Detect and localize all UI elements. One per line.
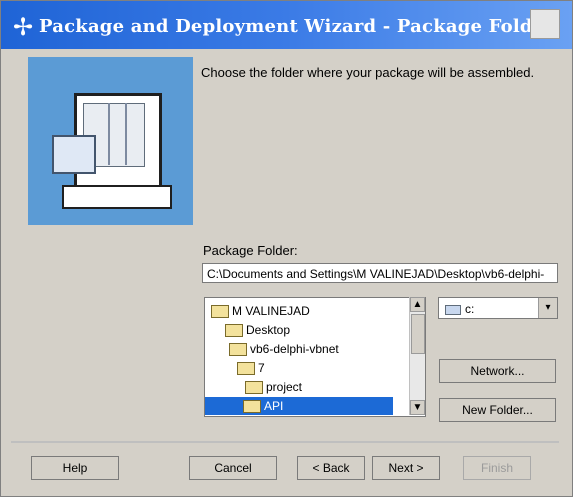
package-folder-input[interactable]: C:\Documents and Settings\M VALINEJAD\De… xyxy=(202,263,558,283)
footer-divider xyxy=(11,441,559,443)
tree-item[interactable]: project xyxy=(245,378,391,396)
tree-item-label: M VALINEJAD xyxy=(232,304,310,318)
close-button[interactable] xyxy=(530,9,560,39)
drive-value: c: xyxy=(465,302,475,316)
tree-item[interactable]: M VALINEJAD xyxy=(211,302,391,320)
tree-item-label: 7 xyxy=(258,361,265,375)
scroll-thumb[interactable] xyxy=(411,314,425,354)
drive-icon xyxy=(445,304,461,315)
drive-select[interactable]: c: ▾ xyxy=(438,297,558,319)
help-button[interactable]: Help xyxy=(31,456,119,480)
title-bar: ✢ Package and Deployment Wizard - Packag… xyxy=(1,1,572,49)
back-button[interactable]: < Back xyxy=(297,456,365,480)
folder-tree[interactable]: M VALINEJAD Desktop vb6-delphi-vbnet 7 p… xyxy=(204,297,426,417)
tree-item[interactable]: 7 xyxy=(237,359,391,377)
screen-divider xyxy=(125,103,127,165)
folder-icon xyxy=(245,381,263,395)
tree-item-label: project xyxy=(266,380,303,394)
tree-item[interactable]: vb6-delphi-vbnet xyxy=(229,340,391,358)
tree-item[interactable]: Desktop xyxy=(225,321,391,339)
screen-divider xyxy=(108,103,110,165)
package-folder-label: Package Folder: xyxy=(203,243,298,258)
content-area: Choose the folder where your package wil… xyxy=(11,53,559,433)
tree-item-label: Desktop xyxy=(246,323,291,337)
folder-icon xyxy=(225,324,243,338)
app-icon: ✢ xyxy=(13,13,34,41)
wizard-window: ✢ Package and Deployment Wizard - Packag… xyxy=(0,0,573,497)
dropdown-arrow-icon[interactable]: ▾ xyxy=(538,298,557,318)
instruction-text: Choose the folder where your package wil… xyxy=(201,65,535,80)
folder-icon xyxy=(229,343,247,357)
keyboard-illustration-icon xyxy=(62,185,172,209)
tree-item-selected[interactable]: API xyxy=(205,397,393,415)
open-folder-icon xyxy=(243,400,261,414)
wizard-illustration xyxy=(28,57,193,225)
finish-button[interactable]: Finish xyxy=(463,456,531,480)
scroll-down-icon[interactable]: ▼ xyxy=(410,400,425,415)
tree-item-label: API xyxy=(264,399,284,413)
new-folder-button[interactable]: New Folder... xyxy=(439,398,556,422)
folder-icon xyxy=(211,305,229,319)
folder-icon xyxy=(237,362,255,376)
next-button[interactable]: Next > xyxy=(372,456,440,480)
tree-scrollbar[interactable]: ▲ ▼ xyxy=(409,297,425,415)
network-button[interactable]: Network... xyxy=(439,359,556,383)
cancel-button[interactable]: Cancel xyxy=(189,456,277,480)
folder-illustration-icon xyxy=(52,135,96,174)
scroll-up-icon[interactable]: ▲ xyxy=(410,297,425,312)
window-title: Package and Deployment Wizard - Package … xyxy=(39,16,555,37)
tree-item-label: vb6-delphi-vbnet xyxy=(250,342,339,356)
